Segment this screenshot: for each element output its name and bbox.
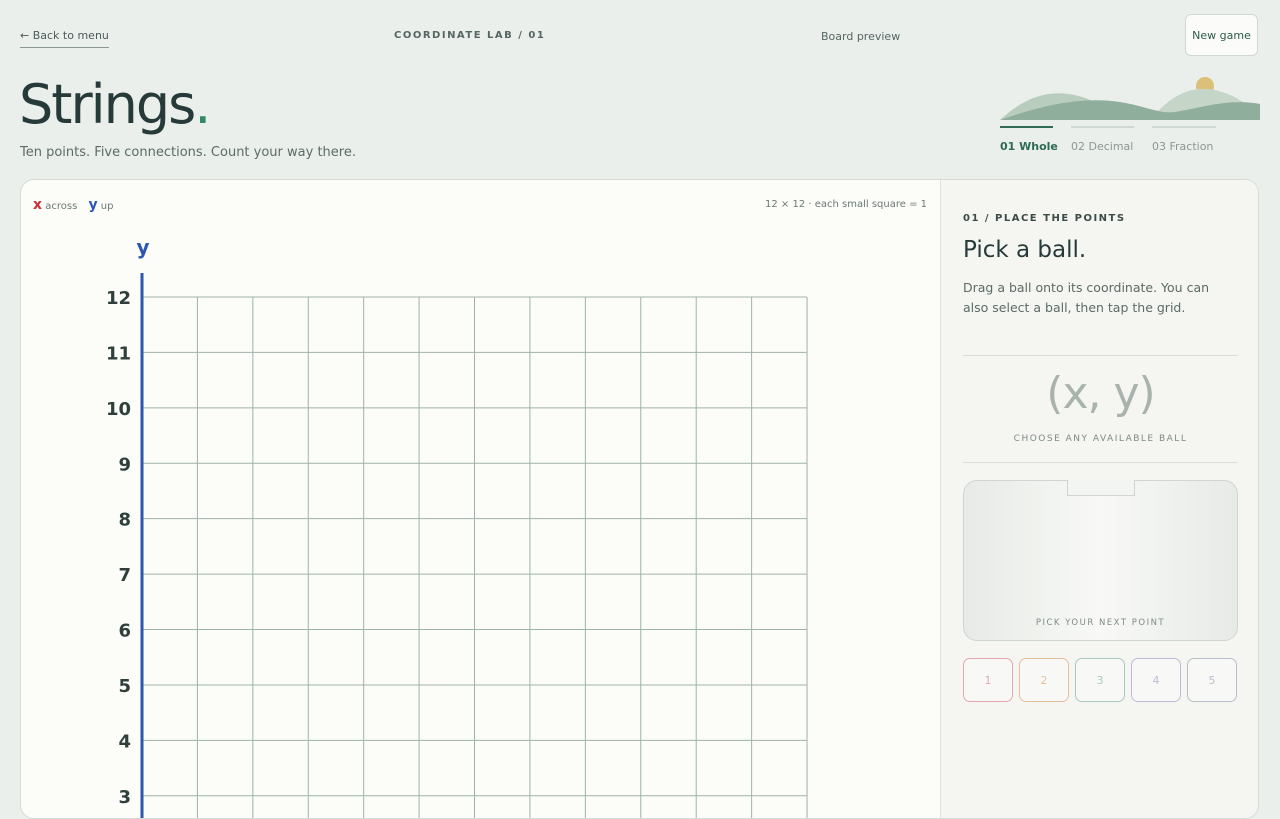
coordinate-grid[interactable]: y 12 11 10 9 8 7 6 5 4 3 [21,180,940,819]
y-tick-label: 7 [118,565,131,586]
tray-label: PICK YOUR NEXT POINT [1035,618,1166,628]
y-tick-label: 8 [118,510,131,531]
ball-2-button[interactable]: 2 [1019,658,1069,702]
divider [963,462,1238,463]
y-tick-label: 6 [118,621,131,642]
divider [963,355,1238,356]
panel-title: Pick a ball. [963,237,1087,263]
y-tick-label: 11 [106,343,131,364]
step-label: 01 / PLACE THE POINTS [963,213,1126,224]
y-tick-label: 3 [118,787,131,808]
hills-illustration [1000,77,1260,120]
breadcrumb: COORDINATE LAB / 01 [394,30,546,41]
y-tick-label: 5 [118,676,131,697]
ball-4-button[interactable]: 4 [1131,658,1181,702]
tab-whole[interactable]: 01 Whole [1000,126,1058,153]
back-to-menu-link[interactable]: ← Back to menu [20,29,109,48]
panel-description: Drag a ball onto its coordinate. You can… [963,280,1210,315]
page-title: Strings. [19,70,211,140]
y-tick-label: 12 [106,288,131,309]
y-tick-label: 4 [118,731,131,752]
page-title-dot: . [194,73,211,136]
coordinate-readout: (x, y) [1046,368,1155,419]
game-card: x across y up 12 × 12 · each small squar… [20,179,1259,819]
ball-1-button[interactable]: 1 [963,658,1013,702]
ball-5-button[interactable]: 5 [1187,658,1237,702]
ball-3-button[interactable]: 3 [1075,658,1125,702]
y-axis-label: y [136,235,149,259]
tab-decimal[interactable]: 02 Decimal [1071,126,1134,153]
page-subtitle: Ten points. Five connections. Count your… [20,145,356,160]
y-tick-label: 9 [118,454,131,475]
y-tick-label: 10 [106,399,131,420]
tab-fraction[interactable]: 03 Fraction [1152,126,1216,153]
board-preview-link[interactable]: Board preview [821,30,900,43]
new-game-button[interactable]: New game [1185,14,1258,56]
side-panel: 01 / PLACE THE POINTS Pick a ball. Drag … [940,180,1258,818]
page-title-text: Strings [19,73,196,136]
ball-tray[interactable]: PICK YOUR NEXT POINT [963,480,1238,641]
tray-slot [1067,480,1135,496]
coordinate-hint: CHOOSE ANY AVAILABLE BALL [1013,434,1188,444]
